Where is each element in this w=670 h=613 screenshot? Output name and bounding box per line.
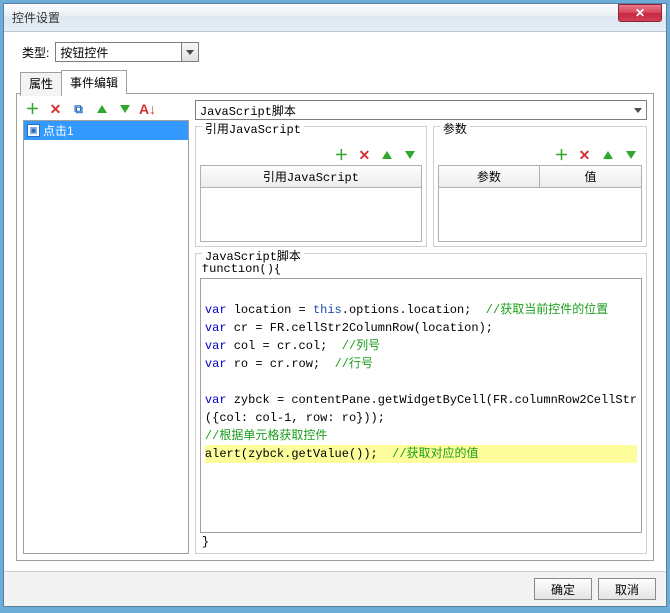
function-open: function(){ [200, 262, 642, 278]
move-down-icon[interactable] [623, 147, 638, 162]
event-toolbar: ＋ ✕ ⧉ A↓ [23, 100, 189, 120]
function-close: } [200, 533, 642, 549]
add-icon[interactable]: ＋ [334, 147, 349, 162]
ref-legend: 引用JavaScript [202, 120, 304, 137]
chevron-down-icon [186, 50, 194, 55]
param-legend: 参数 [440, 120, 470, 137]
move-up-icon[interactable] [380, 147, 395, 162]
type-label: 类型: [22, 44, 49, 61]
titlebar: 控件设置 ✕ [4, 4, 666, 32]
sort-icon[interactable]: A↓ [140, 101, 155, 116]
list-item[interactable]: ▣ 点击1 [24, 121, 188, 140]
param-grid-body[interactable] [438, 188, 642, 242]
code-editor[interactable]: var location = this.options.location; //… [200, 278, 642, 533]
add-icon[interactable]: ＋ [554, 147, 569, 162]
ref-grid-header: 引用JavaScript [200, 165, 422, 188]
type-combo[interactable] [55, 42, 199, 62]
delete-icon[interactable]: ✕ [48, 101, 63, 116]
script-type-select[interactable]: JavaScript脚本 [195, 100, 647, 120]
tab-label: 属性 [29, 77, 53, 91]
move-up-icon[interactable] [600, 147, 615, 162]
delete-icon[interactable]: ✕ [357, 147, 372, 162]
copy-icon[interactable]: ⧉ [71, 101, 86, 116]
add-icon[interactable]: ＋ [25, 101, 40, 116]
events-panel: ＋ ✕ ⧉ A↓ ▣ 点击1 JavaScript脚本 [16, 93, 654, 561]
ref-toolbar: ＋ ✕ [200, 147, 422, 162]
ref-param-row: 引用JavaScript ＋ ✕ 引用JavaScript [195, 126, 647, 247]
move-up-icon[interactable] [94, 101, 109, 116]
script-type-value: JavaScript脚本 [200, 102, 296, 119]
dialog-footer: 确定 取消 [4, 571, 666, 606]
tab-strip: 属性 事件编辑 [20, 70, 654, 94]
ok-label: 确定 [551, 581, 575, 598]
type-row: 类型: [16, 42, 654, 62]
event-item-label: 点击1 [43, 122, 74, 139]
event-list[interactable]: ▣ 点击1 [23, 120, 189, 554]
tab-attributes[interactable]: 属性 [20, 72, 62, 96]
ref-js-fieldset: 引用JavaScript ＋ ✕ 引用JavaScript [195, 126, 427, 247]
script-fieldset: JavaScript脚本 function(){ var location = … [195, 253, 647, 554]
window-title: 控件设置 [12, 9, 618, 26]
move-down-icon[interactable] [117, 101, 132, 116]
close-button[interactable]: ✕ [618, 4, 662, 22]
event-icon: ▣ [27, 124, 40, 137]
script-legend: JavaScript脚本 [202, 247, 304, 264]
tab-label: 事件编辑 [70, 76, 118, 90]
move-down-icon[interactable] [403, 147, 418, 162]
dialog-window: 控件设置 ✕ 类型: 属性 事件编辑 ＋ [3, 3, 667, 607]
cancel-label: 取消 [615, 581, 639, 598]
content-area: 类型: 属性 事件编辑 ＋ ✕ ⧉ [4, 32, 666, 571]
chevron-down-icon [634, 108, 642, 113]
param-toolbar: ＋ ✕ [438, 147, 642, 162]
event-list-pane: ＋ ✕ ⧉ A↓ ▣ 点击1 [23, 100, 189, 554]
type-dropdown-button[interactable] [181, 42, 199, 62]
script-pane: JavaScript脚本 引用JavaScript ＋ ✕ 引用Jav [195, 100, 647, 554]
param-col-name[interactable]: 参数 [438, 165, 540, 188]
ok-button[interactable]: 确定 [534, 578, 592, 600]
param-fieldset: 参数 ＋ ✕ 参数 值 [433, 126, 647, 247]
ref-grid-body[interactable] [200, 188, 422, 242]
close-icon: ✕ [635, 6, 645, 20]
param-grid-header: 参数 值 [438, 165, 642, 188]
type-input[interactable] [55, 42, 181, 62]
tab-events[interactable]: 事件编辑 [61, 70, 127, 94]
cancel-button[interactable]: 取消 [598, 578, 656, 600]
ref-col-header[interactable]: 引用JavaScript [200, 165, 422, 188]
delete-icon[interactable]: ✕ [577, 147, 592, 162]
param-col-value[interactable]: 值 [540, 165, 642, 188]
